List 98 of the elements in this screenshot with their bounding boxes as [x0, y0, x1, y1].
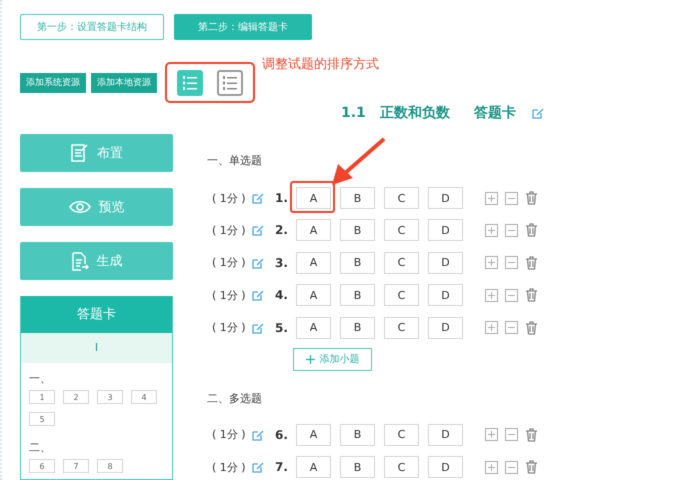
- trash-icon[interactable]: [525, 460, 538, 474]
- option-box[interactable]: A: [296, 187, 331, 209]
- option-box[interactable]: C: [384, 424, 419, 446]
- edit-icon[interactable]: [252, 192, 264, 204]
- edit-icon[interactable]: [252, 322, 264, 334]
- group-label: 一、: [29, 371, 51, 386]
- score-label: ( 1分 ): [212, 460, 247, 475]
- remove-icon[interactable]: [505, 256, 518, 270]
- option-box[interactable]: D: [428, 252, 463, 274]
- option-box[interactable]: A: [296, 456, 331, 478]
- remove-icon[interactable]: [505, 460, 518, 474]
- option-box[interactable]: D: [428, 424, 463, 446]
- trash-icon[interactable]: [525, 320, 538, 335]
- eye-icon: [68, 199, 90, 215]
- option-box[interactable]: C: [384, 284, 419, 306]
- question-number-button[interactable]: 3: [97, 390, 123, 404]
- edit-icon[interactable]: [532, 107, 544, 119]
- option-box[interactable]: D: [428, 316, 463, 339]
- remove-icon[interactable]: [505, 321, 518, 334]
- add-icon[interactable]: [485, 321, 498, 334]
- option-box[interactable]: C: [384, 252, 419, 274]
- sort-order-button[interactable]: [217, 70, 243, 96]
- question-number-button[interactable]: 8: [97, 459, 123, 473]
- numbered-list-icon: [222, 74, 238, 92]
- edit-icon[interactable]: [252, 256, 264, 269]
- option-box[interactable]: C: [384, 219, 419, 242]
- edit-icon[interactable]: [252, 289, 264, 302]
- edit-icon[interactable]: [252, 461, 264, 474]
- plus-icon: [306, 354, 314, 364]
- question-number-button[interactable]: 6: [29, 459, 55, 473]
- section-heading: 二、多选题: [207, 390, 262, 407]
- edit-icon[interactable]: [252, 224, 264, 236]
- question-number: 1.: [275, 191, 289, 205]
- score-label: ( 1分 ): [212, 222, 247, 238]
- option-box[interactable]: C: [384, 456, 419, 478]
- panel-header: 答题卡: [21, 296, 172, 333]
- add-icon[interactable]: [485, 192, 498, 204]
- trash-icon[interactable]: [525, 428, 538, 442]
- remove-icon[interactable]: [505, 224, 518, 237]
- score-label: ( 1分 ): [212, 190, 247, 206]
- question-number: 4.: [275, 288, 289, 302]
- option-box[interactable]: D: [428, 187, 463, 209]
- add-icon[interactable]: [485, 288, 498, 302]
- document-export-icon: [70, 252, 88, 270]
- question-number-button[interactable]: 1: [29, 390, 55, 404]
- option-box[interactable]: A: [296, 252, 331, 274]
- score-label: ( 1分 ): [212, 320, 247, 336]
- score-label: ( 1分 ): [212, 255, 247, 270]
- question-number: 7.: [275, 460, 289, 474]
- option-box[interactable]: A: [296, 316, 331, 339]
- add-icon[interactable]: [485, 460, 498, 474]
- question-number: 3.: [275, 256, 289, 270]
- annotation-text: 调整试题的排序方式: [262, 56, 379, 73]
- option-box[interactable]: A: [296, 424, 331, 446]
- question-number: 2.: [275, 223, 289, 238]
- remove-icon[interactable]: [505, 288, 518, 302]
- option-box[interactable]: B: [340, 187, 375, 209]
- edit-document-icon: [70, 143, 89, 163]
- option-box[interactable]: B: [340, 219, 375, 242]
- question-number: 5.: [275, 320, 289, 335]
- group-label: 二、: [29, 440, 51, 455]
- trash-icon[interactable]: [525, 256, 538, 270]
- question-number-button[interactable]: 7: [63, 459, 89, 473]
- option-box[interactable]: D: [428, 456, 463, 478]
- question-number-button[interactable]: 5: [29, 412, 55, 426]
- question-number-button[interactable]: 2: [63, 390, 89, 404]
- trash-icon[interactable]: [525, 223, 538, 238]
- remove-icon[interactable]: [505, 192, 518, 204]
- add-icon[interactable]: [485, 256, 498, 270]
- option-box[interactable]: A: [296, 284, 331, 306]
- trash-icon[interactable]: [525, 288, 538, 302]
- numbered-list-icon: [182, 74, 198, 92]
- section-number: 1.1: [341, 105, 366, 121]
- score-label: ( 1分 ): [212, 427, 247, 442]
- option-box[interactable]: D: [428, 284, 463, 306]
- option-box[interactable]: B: [340, 456, 375, 478]
- option-box[interactable]: A: [296, 219, 331, 242]
- question-number: 6.: [275, 428, 289, 442]
- option-box[interactable]: C: [384, 316, 419, 339]
- remove-icon[interactable]: [505, 428, 518, 442]
- add-icon[interactable]: [485, 224, 498, 237]
- option-box[interactable]: C: [384, 187, 419, 209]
- score-label: ( 1分 ): [212, 288, 247, 303]
- part-label: I: [21, 333, 172, 363]
- section-title: 正数和负数: [380, 104, 450, 122]
- add-icon[interactable]: [485, 428, 498, 442]
- trash-icon[interactable]: [525, 191, 538, 205]
- card-title: 答题卡: [474, 104, 516, 122]
- edit-icon[interactable]: [252, 428, 264, 441]
- option-box[interactable]: B: [340, 252, 375, 274]
- option-box[interactable]: D: [428, 219, 463, 242]
- option-box[interactable]: B: [340, 424, 375, 446]
- option-box[interactable]: B: [340, 284, 375, 306]
- section-heading: 一、单选题: [207, 153, 262, 169]
- sort-order-button[interactable]: [177, 70, 203, 96]
- arrow: [332, 138, 386, 185]
- option-box[interactable]: B: [340, 316, 375, 339]
- question-number-button[interactable]: 4: [131, 390, 157, 404]
